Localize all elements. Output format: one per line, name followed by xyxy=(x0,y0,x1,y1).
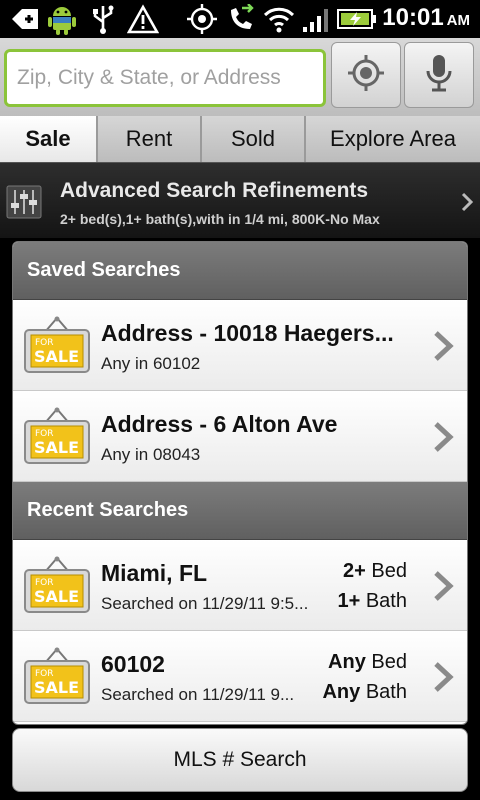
android-icon xyxy=(44,3,80,35)
usb-icon xyxy=(88,3,118,35)
bath-count: Any Bath xyxy=(322,681,407,703)
advanced-search-refinements[interactable]: Advanced Search Refinements 2+ bed(s),1+… xyxy=(0,162,480,238)
svg-text:SALE: SALE xyxy=(34,678,79,697)
recent-search-item[interactable]: FOR SALE Miami, FL Searched on 11/29/11 9… xyxy=(13,540,467,631)
back-plus-icon xyxy=(8,3,42,35)
searches-list: Saved Searches FOR SALE Address - 10018 H… xyxy=(12,241,468,725)
search-title: 60102 xyxy=(101,651,165,677)
sliders-icon xyxy=(6,185,42,219)
saved-search-item[interactable]: FOR SALE Address - 10018 Haegers... Any i… xyxy=(13,300,467,391)
recent-searches-header: Recent Searches xyxy=(13,482,467,540)
svg-text:SALE: SALE xyxy=(34,347,79,366)
microphone-icon xyxy=(424,53,454,97)
search-bar xyxy=(0,38,480,116)
voice-search-button[interactable] xyxy=(404,42,474,108)
chevron-right-icon xyxy=(431,329,457,367)
saved-searches-header: Saved Searches xyxy=(13,242,467,300)
for-sale-sign-icon: FOR SALE xyxy=(23,647,91,705)
search-title: Address - 10018 Haegers... xyxy=(101,320,394,346)
advanced-summary: 2+ bed(s),1+ bath(s),with in 1/4 mi, 800… xyxy=(60,211,380,227)
tab-sold[interactable]: Sold xyxy=(202,116,306,162)
search-subtitle: Searched on 11/29/11 9:5... xyxy=(101,594,309,613)
chevron-right-icon xyxy=(431,660,457,698)
for-sale-sign-icon: FOR SALE xyxy=(23,556,91,614)
chevron-right-icon xyxy=(431,569,457,607)
listing-type-tabs: Sale Rent Sold Explore Area xyxy=(0,116,480,162)
recent-search-item[interactable]: FOR SALE 60102 Searched on 11/29/11 9... … xyxy=(13,631,467,722)
tab-explore-area[interactable]: Explore Area xyxy=(306,116,480,162)
locate-button[interactable] xyxy=(331,42,401,108)
search-input[interactable] xyxy=(4,49,326,107)
bed-count: Any Bed xyxy=(328,651,407,673)
search-subtitle: Any in 60102 xyxy=(101,354,201,373)
for-sale-sign-icon: FOR SALE xyxy=(23,316,91,374)
call-forward-icon xyxy=(226,3,256,35)
svg-text:SALE: SALE xyxy=(34,587,79,606)
warning-icon xyxy=(126,3,160,35)
for-sale-sign-icon: FOR SALE xyxy=(23,407,91,465)
saved-search-item[interactable]: FOR SALE Address - 6 Alton Ave Any in 080… xyxy=(13,391,467,482)
tab-rent[interactable]: Rent xyxy=(98,116,202,162)
search-subtitle: Searched on 11/29/11 9... xyxy=(101,685,295,704)
chevron-right-icon xyxy=(431,420,457,458)
bath-count: 1+ Bath xyxy=(337,590,407,612)
signal-icon xyxy=(300,3,332,35)
chevron-right-icon xyxy=(460,191,474,217)
svg-text:SALE: SALE xyxy=(34,438,79,457)
wifi-icon xyxy=(262,3,296,35)
status-bar: 10:01 AM xyxy=(0,0,480,38)
search-title: Miami, FL xyxy=(101,560,208,586)
battery-charging-icon xyxy=(336,3,378,35)
mls-search-button[interactable]: MLS # Search xyxy=(12,728,468,792)
gps-icon xyxy=(184,3,220,35)
search-title: Address - 6 Alton Ave xyxy=(101,411,338,437)
search-subtitle: Any in 08043 xyxy=(101,445,201,464)
bed-count: 2+ Bed xyxy=(343,560,407,582)
tab-sale[interactable]: Sale xyxy=(0,116,98,162)
status-clock: 10:01 AM xyxy=(382,4,470,31)
advanced-title: Advanced Search Refinements xyxy=(60,179,369,202)
locate-icon xyxy=(346,53,386,97)
